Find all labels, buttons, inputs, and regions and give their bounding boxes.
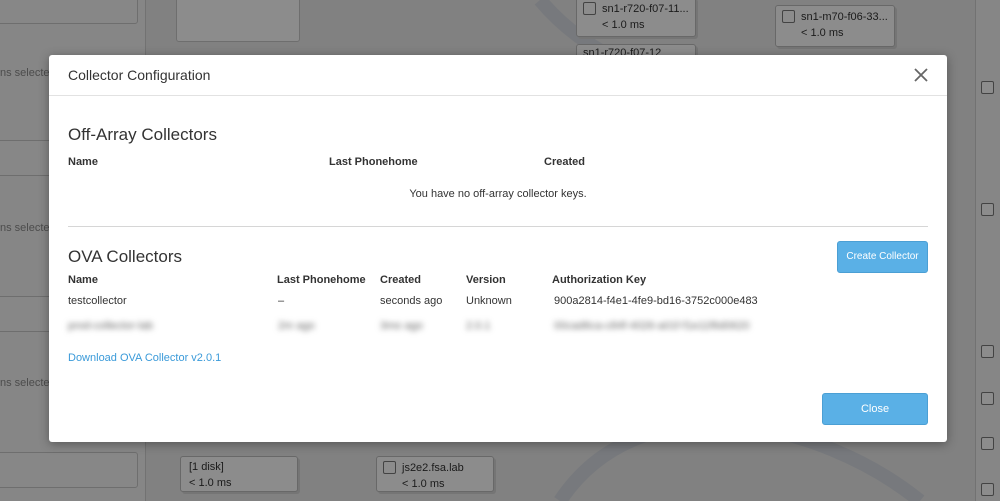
create-collector-button[interactable]: Create Collector xyxy=(837,241,928,273)
section-divider xyxy=(68,226,928,227)
collector-configuration-dialog: Collector Configuration Off-Array Collec… xyxy=(49,55,947,442)
ova-col-version: Version xyxy=(466,274,506,286)
off-array-col-last-phonehome: Last Phonehome xyxy=(329,156,418,168)
collector-created: seconds ago xyxy=(380,295,443,307)
collector-authorization-key: 00cad6ca-c84f-4026-a01f-f1e11f6d0620 xyxy=(554,320,750,332)
collector-version: Unknown xyxy=(466,295,512,307)
dialog-header: Collector Configuration xyxy=(49,55,947,96)
collector-name: testcollector xyxy=(68,295,127,307)
collector-last-phonehome: 2m ago xyxy=(278,320,315,332)
close-button[interactable]: Close xyxy=(822,393,928,425)
ova-section-title: OVA Collectors xyxy=(68,247,183,266)
ova-col-last-phonehome: Last Phonehome xyxy=(277,274,366,286)
ova-col-created: Created xyxy=(380,274,421,286)
ova-col-name: Name xyxy=(68,274,98,286)
ova-col-authorization-key: Authorization Key xyxy=(552,274,647,286)
off-array-section-title: Off-Array Collectors xyxy=(68,125,217,144)
collector-name: prod-collector-lab xyxy=(68,320,153,332)
dialog-title: Collector Configuration xyxy=(68,67,211,83)
close-icon[interactable] xyxy=(913,67,929,83)
off-array-col-created: Created xyxy=(544,156,585,168)
collector-authorization-key: 900a2814-f4e1-4fe9-bd16-3752c000e483 xyxy=(554,295,758,307)
off-array-col-name: Name xyxy=(68,156,98,168)
collector-version: 2.0.1 xyxy=(466,320,491,332)
download-ova-collector-link[interactable]: Download OVA Collector v2.0.1 xyxy=(68,352,221,364)
collector-last-phonehome: – xyxy=(278,295,285,307)
collector-created: 3mo ago xyxy=(380,320,423,332)
off-array-empty-message: You have no off-array collector keys. xyxy=(409,188,587,200)
